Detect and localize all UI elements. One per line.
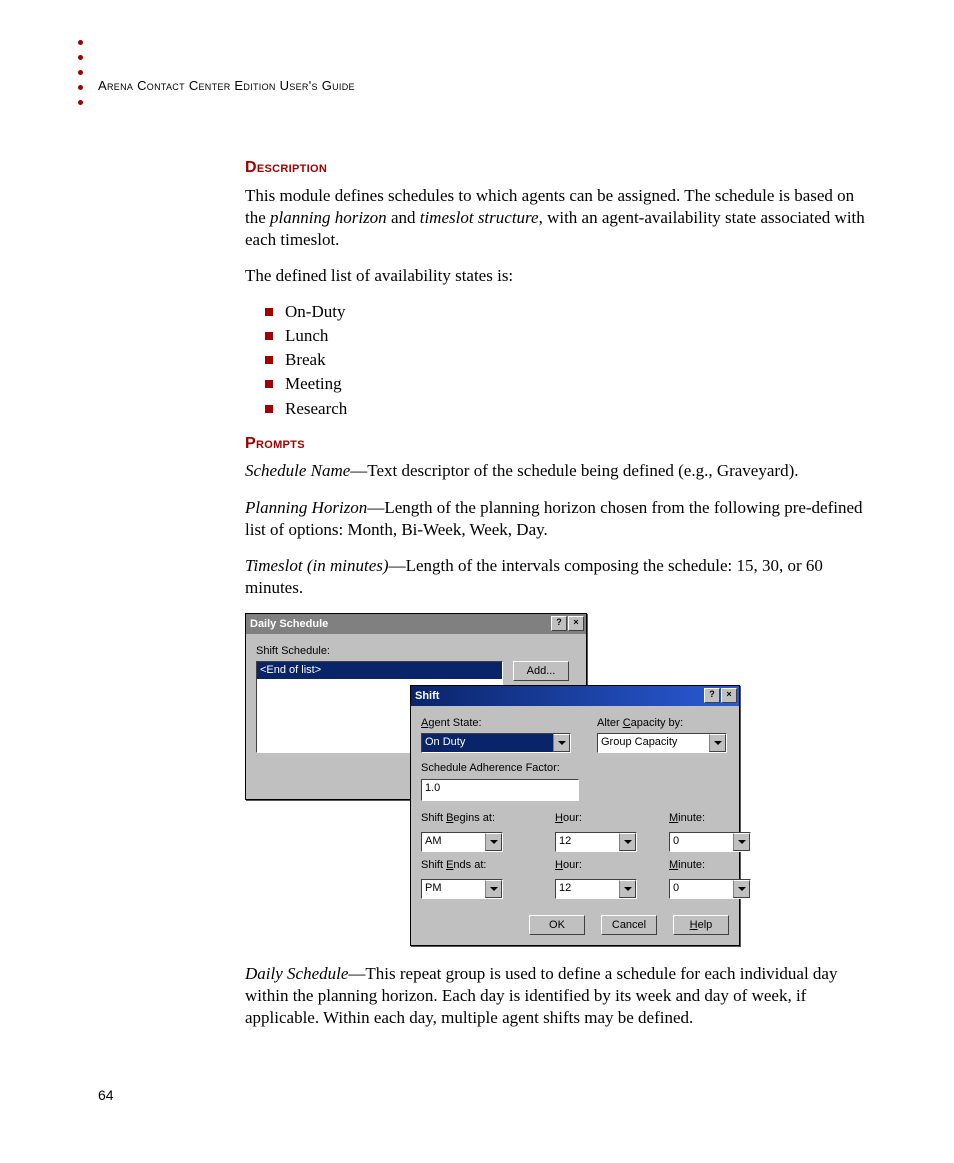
- add-button[interactable]: Add...: [513, 661, 569, 681]
- shift-titlebar[interactable]: Shift ? ×: [411, 686, 739, 706]
- hour-label: Hour:: [555, 811, 635, 825]
- shift-title: Shift: [415, 689, 439, 703]
- running-header: Arena Contact Center Edition User's Guid…: [98, 78, 355, 93]
- help-icon[interactable]: ?: [551, 616, 567, 631]
- hour-label: Hour:: [555, 858, 635, 872]
- shift-begins-label: Shift Begins at:: [421, 811, 521, 825]
- close-icon[interactable]: ×: [568, 616, 584, 631]
- begins-ampm-combo[interactable]: AM: [421, 832, 503, 852]
- chevron-down-icon[interactable]: [553, 734, 570, 752]
- chevron-down-icon[interactable]: [485, 880, 502, 898]
- description-p2: The defined list of availability states …: [245, 265, 865, 287]
- minute-label: Minute:: [669, 811, 749, 825]
- ends-hour-combo[interactable]: 12: [555, 879, 637, 899]
- minute-label: Minute:: [669, 858, 749, 872]
- chevron-down-icon[interactable]: [485, 833, 502, 851]
- daily-titlebar[interactable]: Daily Schedule ? ×: [246, 614, 586, 634]
- list-item: On-Duty: [265, 301, 865, 323]
- agent-state-combo[interactable]: On Duty: [421, 733, 571, 753]
- page-number: 64: [98, 1087, 114, 1103]
- ends-ampm-combo[interactable]: PM: [421, 879, 503, 899]
- dialog-figure: Daily Schedule ? × Shift Schedule: <End …: [245, 613, 865, 943]
- help-icon[interactable]: ?: [704, 688, 720, 703]
- list-item: Meeting: [265, 373, 865, 395]
- chevron-down-icon[interactable]: [709, 734, 726, 752]
- chevron-down-icon[interactable]: [733, 880, 750, 898]
- ok-button[interactable]: OK: [529, 915, 585, 935]
- begins-minute-combo[interactable]: 0: [669, 832, 751, 852]
- description-heading: Description: [245, 158, 865, 179]
- cancel-button[interactable]: Cancel: [601, 915, 657, 935]
- states-list: On-Duty Lunch Break Meeting Research: [245, 301, 865, 419]
- adherence-label: Schedule Adherence Factor:: [421, 761, 729, 775]
- shift-dialog: Shift ? × Agent State: On Duty: [410, 685, 740, 946]
- alter-capacity-combo[interactable]: Group Capacity: [597, 733, 727, 753]
- list-item: Lunch: [265, 325, 865, 347]
- main-content: Description This module defines schedule…: [245, 158, 865, 1043]
- alter-capacity-label: Alter Capacity by:: [597, 716, 727, 730]
- agent-state-label: Agent State:: [421, 716, 571, 730]
- list-item[interactable]: <End of list>: [257, 662, 502, 678]
- help-button[interactable]: Help: [673, 915, 729, 935]
- daily-title: Daily Schedule: [250, 617, 328, 631]
- chevron-down-icon[interactable]: [733, 833, 750, 851]
- adherence-input[interactable]: 1.0: [421, 779, 579, 801]
- close-icon[interactable]: ×: [721, 688, 737, 703]
- prompt-daily-schedule: Daily Schedule—This repeat group is used…: [245, 963, 865, 1029]
- prompt-planning-horizon: Planning Horizon—Length of the planning …: [245, 497, 865, 541]
- list-item: Research: [265, 398, 865, 420]
- margin-dots: [78, 40, 83, 115]
- ends-minute-combo[interactable]: 0: [669, 879, 751, 899]
- shift-ends-label: Shift Ends at:: [421, 858, 521, 872]
- chevron-down-icon[interactable]: [619, 880, 636, 898]
- shift-schedule-label: Shift Schedule:: [256, 644, 576, 658]
- description-p1: This module defines schedules to which a…: [245, 185, 865, 251]
- begins-hour-combo[interactable]: 12: [555, 832, 637, 852]
- list-item: Break: [265, 349, 865, 371]
- chevron-down-icon[interactable]: [619, 833, 636, 851]
- prompt-schedule-name: Schedule Name—Text descriptor of the sch…: [245, 460, 865, 482]
- prompt-timeslot: Timeslot (in minutes)—Length of the inte…: [245, 555, 865, 599]
- prompts-heading: Prompts: [245, 434, 865, 455]
